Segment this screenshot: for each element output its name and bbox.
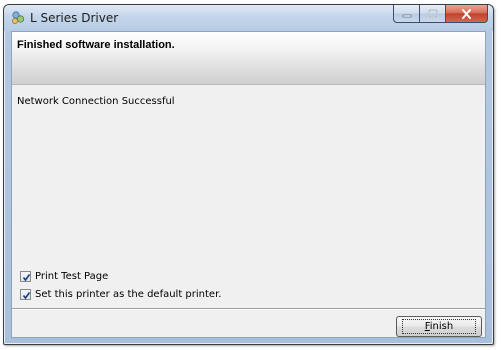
close-button[interactable] — [445, 5, 488, 23]
maximize-button[interactable] — [419, 5, 445, 23]
checkbox-box[interactable] — [20, 271, 31, 282]
caption-buttons — [393, 5, 488, 24]
content-panel: Finished software installation. Network … — [11, 31, 486, 338]
close-icon — [462, 8, 471, 19]
status-message: Network Connection Successful — [17, 96, 175, 107]
window-title: L Series Driver — [30, 11, 119, 25]
installer-window: L Series Driver Finished software instal… — [3, 4, 494, 345]
checkbox-label: Set this printer as the default printer. — [35, 289, 222, 300]
default-printer-checkbox[interactable]: Set this printer as the default printer. — [20, 289, 221, 300]
minimize-button[interactable] — [393, 5, 419, 23]
checkmark-icon — [22, 292, 31, 300]
maximize-icon — [427, 9, 438, 18]
printer-driver-icon — [10, 10, 26, 26]
footer-divider — [12, 308, 485, 310]
finish-label: inish — [429, 321, 454, 332]
header-banner: Finished software installation. — [12, 32, 485, 85]
print-test-page-checkbox[interactable]: Print Test Page — [20, 271, 108, 282]
finish-button-focus: Finish — [401, 319, 477, 334]
title-bar[interactable]: L Series Driver — [4, 5, 493, 31]
checkbox-label: Print Test Page — [35, 271, 109, 282]
page-title: Finished software installation. — [17, 39, 175, 51]
checkbox-box[interactable] — [20, 289, 31, 300]
checkmark-icon — [22, 274, 31, 282]
minimize-icon — [402, 14, 411, 17]
finish-button[interactable]: Finish — [396, 316, 482, 337]
